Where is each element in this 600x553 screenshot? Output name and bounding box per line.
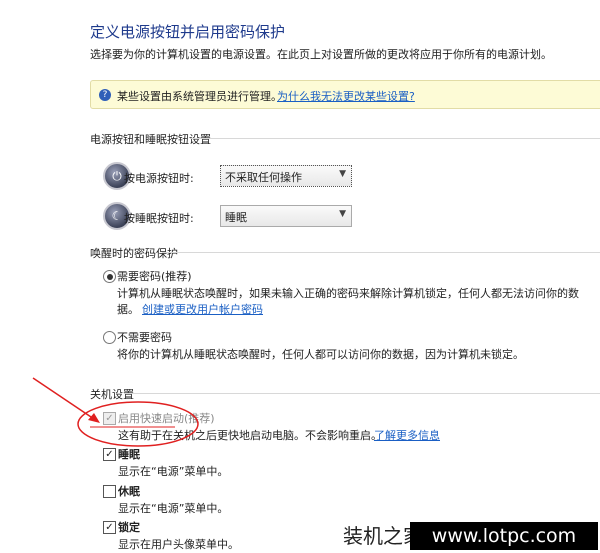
annotation-ellipse bbox=[77, 401, 199, 447]
arrow-head-icon bbox=[88, 413, 100, 423]
red-annotation bbox=[32, 377, 199, 447]
watermark-url: www.lotpc.com bbox=[410, 522, 598, 550]
annotation-arrow bbox=[32, 377, 98, 422]
